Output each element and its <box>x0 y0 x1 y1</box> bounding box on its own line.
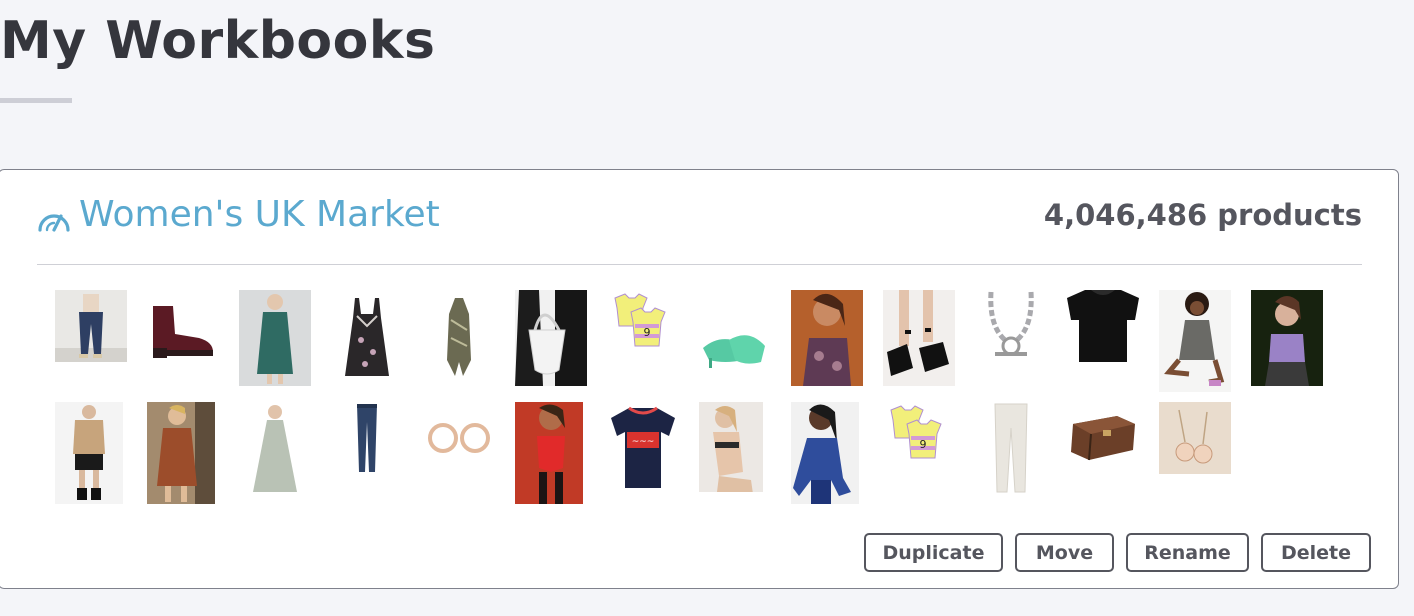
product-thumb-sage-maxi-dress[interactable] <box>239 402 311 494</box>
rename-button[interactable]: Rename <box>1126 533 1249 572</box>
product-thumb-striped-football-shirt-2[interactable]: 9 <box>883 402 947 466</box>
product-thumb-camel-cardigan-shorts[interactable] <box>55 402 123 504</box>
svg-text:9: 9 <box>920 438 927 451</box>
page-title: My Workbooks <box>0 11 436 71</box>
product-thumb-butterfly-print-cami[interactable] <box>791 290 863 386</box>
workbook-title-link[interactable]: Women's UK Market <box>37 190 440 240</box>
product-thumb-drop-earrings[interactable] <box>1159 402 1231 474</box>
product-thumb-mint-heeled-mules[interactable] <box>699 290 771 386</box>
svg-text:9: 9 <box>644 326 651 339</box>
product-thumb-burgundy-ankle-boots[interactable] <box>147 290 219 362</box>
product-thumb-skinny-jeans[interactable] <box>331 402 403 474</box>
delete-button[interactable]: Delete <box>1261 533 1371 572</box>
product-thumb-printed-halter-top[interactable] <box>423 290 495 386</box>
product-thumb-monogram-trunk-bag[interactable] <box>1067 402 1139 474</box>
product-count: 4,046,486 products <box>1043 198 1362 232</box>
product-thumb-brown-shirt-dress[interactable] <box>147 402 215 504</box>
product-thumb-cream-trousers[interactable] <box>975 402 1047 494</box>
svg-text:~~~: ~~~ <box>632 437 655 447</box>
workbook-card-header: Women's UK Market 4,046,486 products <box>37 170 1362 265</box>
product-thumb-graphic-ringer-tee[interactable]: ~~~ <box>607 402 679 494</box>
product-thumb-lingerie-set[interactable] <box>699 402 763 504</box>
workbook-name: Women's UK Market <box>79 194 440 235</box>
product-thumb-black-mesh-top[interactable] <box>1067 290 1139 362</box>
product-thumb-striped-football-shirt[interactable]: 9 <box>607 290 671 354</box>
title-underline <box>0 98 72 103</box>
move-button[interactable]: Move <box>1015 533 1114 572</box>
product-thumb-white-shoulder-bag[interactable] <box>515 290 587 386</box>
duplicate-button[interactable]: Duplicate <box>864 533 1003 572</box>
workbook-card: Women's UK Market 4,046,486 products 9 ~… <box>0 169 1399 589</box>
product-thumb-silver-chain-necklace[interactable] <box>975 290 1047 362</box>
product-thumb-black-platform-sandals[interactable] <box>883 290 955 386</box>
product-thumb-purple-tie-dye-top[interactable] <box>1251 290 1323 386</box>
product-thumb-navy-trousers[interactable] <box>55 290 127 362</box>
product-thumb-gold-hoop-earrings[interactable] <box>423 402 495 474</box>
product-thumb-floral-lace-slip-dress[interactable] <box>331 290 403 386</box>
product-thumb-blue-sheer-top[interactable] <box>791 402 859 504</box>
gauge-icon <box>38 214 70 232</box>
product-thumb-teal-wrap-dress[interactable] <box>239 290 311 386</box>
product-thumb-red-swimsuit[interactable] <box>515 402 583 504</box>
product-thumb-printed-mini-dress[interactable] <box>1159 290 1231 392</box>
